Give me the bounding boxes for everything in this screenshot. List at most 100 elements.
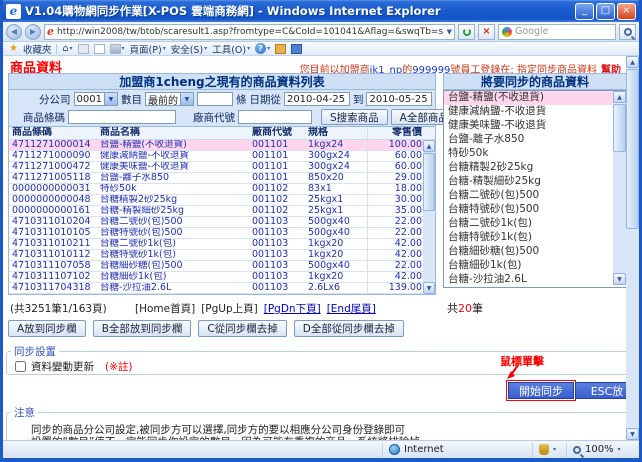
table-row[interactable]: 0000000000161台糖-精製細砂25kg00110225kgx135.0…	[9, 206, 425, 217]
start-sync-button[interactable]: 開始同步	[508, 382, 574, 399]
table-row[interactable]: 4711271005118台鹽-離子水850001101850x2029.00	[9, 173, 425, 184]
product-list-header: 加盟商1cheng之現有的商品資料列表	[8, 73, 436, 90]
count-input[interactable]	[197, 92, 233, 106]
back-button[interactable]: ◀	[6, 24, 22, 40]
list-item[interactable]: 台鹽-精鹽(不收退貨)	[444, 91, 614, 105]
table-row[interactable]: 4711271000472健康美味鹽-不收退貨001101300gx2460.0…	[9, 162, 425, 173]
table-cell: 001101	[249, 162, 305, 172]
table-cell: 001103	[249, 272, 305, 282]
notice-bullet: 同步的商品分公司設定,被同步方可以選擇,同步方的要以相應分公司身份登錄即可	[31, 424, 635, 436]
home-button[interactable]: ⌂▾	[62, 43, 72, 54]
sync-listbox[interactable]: 台鹽-精鹽(不收退貨)健康減納鹽-不收退貨健康美味鹽-不收退貨台鹽-離子水850…	[443, 90, 627, 288]
action-button[interactable]: B全部放到同步欄	[93, 320, 192, 337]
table-cell: 4710311010112	[9, 250, 97, 260]
list-item[interactable]: 台糖-沙拉油2.6L	[444, 273, 614, 287]
list-item[interactable]: 台糖特號砂(包)500	[444, 203, 614, 217]
action-button[interactable]: D全部從同步欄去掉	[294, 320, 404, 337]
date-from-input[interactable]	[284, 92, 350, 106]
list-item[interactable]: 台糖-精製細砂25kg	[444, 175, 614, 189]
printer-icon	[110, 44, 121, 54]
status-message	[3, 443, 383, 457]
page-nav-item[interactable]: [End尾頁]	[327, 303, 376, 315]
read-mail-icon[interactable]	[94, 44, 105, 54]
action-button[interactable]: C從同步欄去掉	[198, 320, 286, 337]
internet-globe-icon	[389, 444, 400, 455]
toolbar-extra-icon[interactable]	[275, 44, 286, 54]
count-select[interactable]: 最前的▼	[145, 92, 194, 106]
list-item[interactable]: 台糖細砂1k(包)	[444, 259, 614, 273]
zoom-control[interactable]: 100% ▾	[567, 443, 639, 457]
forward-button[interactable]: ▶	[25, 24, 41, 40]
search-input[interactable]: Google	[515, 26, 549, 37]
table-cell: 001102	[249, 206, 305, 216]
page-nav-item[interactable]: [Home首頁]	[135, 303, 195, 315]
table-cell: 1kgx24	[305, 140, 367, 150]
list-item[interactable]: 台糖二號砂1k(包)	[444, 217, 614, 231]
search-go-button[interactable]	[619, 24, 636, 40]
zoom-level: 100%	[585, 444, 614, 455]
page-scrollbar[interactable]: ▲ ▼	[626, 56, 639, 440]
table-row[interactable]: 0000000000031特砂50k00110283x118.00	[9, 184, 425, 195]
barcode-input[interactable]	[68, 110, 176, 124]
stop-button[interactable]: ×	[478, 24, 495, 40]
table-row[interactable]: 4711271000090健康減納鹽-不收退貨001101300gx2460.0…	[9, 151, 425, 162]
close-button[interactable]: ×	[617, 3, 636, 20]
table-row[interactable]: 4710311010204台糖二號砂(包)500001103500gx4022.…	[9, 217, 425, 228]
data-update-checkbox[interactable]	[15, 361, 26, 372]
address-dropdown-icon[interactable]: ▼	[447, 28, 452, 36]
menu-tools[interactable]: 工具(O)▾	[212, 42, 250, 56]
favorites-label[interactable]: 收藏夾	[23, 42, 52, 56]
table-row[interactable]: 4710311107058台糖細砂糖(包)500001103500gx4022.…	[9, 261, 425, 272]
help-button[interactable]: ?▾	[255, 43, 270, 54]
list-item[interactable]: 健康美味鹽-不收退貨	[444, 119, 614, 133]
date-to-input[interactable]	[366, 92, 432, 106]
protected-mode[interactable]: ▾	[533, 443, 567, 457]
feeds-icon[interactable]	[78, 44, 89, 54]
table-cell: 22.00	[367, 261, 425, 271]
list-item[interactable]: 台糖二號砂(包)500	[444, 189, 614, 203]
help-icon: ?	[255, 43, 266, 54]
table-row[interactable]: 4710311010105台糖特號砂(包)500001103500gx4022.…	[9, 228, 425, 239]
list-item[interactable]: 健康減納鹽-不收退貨	[444, 105, 614, 119]
favorites-star-icon[interactable]: ★	[9, 43, 18, 54]
table-cell: 300gx24	[305, 151, 367, 161]
branch-label: 分公司	[39, 92, 71, 107]
table-cell: 台糖特號砂1k(包)	[97, 250, 249, 260]
table-cell: 4711271000090	[9, 151, 97, 161]
list-item[interactable]: 台糖特號砂1k(包)	[444, 231, 614, 245]
address-field[interactable]: e http://win2008/tw/btob/scaresult1.asp?…	[44, 24, 455, 40]
table-row[interactable]: 4711271000014台鹽-精鹽(不收退貨)0011011kgx24100.…	[9, 140, 425, 151]
toolbar-extra-icon[interactable]	[291, 44, 302, 54]
list-item[interactable]: 特砂50k	[444, 147, 614, 161]
search-box[interactable]: Google	[498, 24, 616, 40]
filter-box: 分公司 0001▼ 數目 最前的▼ 條 日期從 到 商品條碼 廠商代號 S搜索商…	[8, 90, 436, 127]
status-bar: Internet ▾ 100% ▾	[3, 440, 639, 458]
action-button[interactable]: A放到同步欄	[8, 320, 86, 337]
list-item[interactable]: 台鹽-離子水850	[444, 133, 614, 147]
table-scrollbar[interactable]: ▲ ▼	[423, 140, 435, 294]
table-row[interactable]: 4710311704318台糖-沙拉油2.6L0011032.6Lx6139.0…	[9, 283, 425, 294]
menu-security[interactable]: 安全(S)▾	[171, 42, 207, 56]
table-row[interactable]: 0000000000048台糖精製2砂25kg00110225kgx130.00	[9, 195, 425, 206]
refresh-button[interactable]	[458, 24, 475, 40]
column-header: 規格	[305, 127, 367, 139]
refresh-icon	[463, 28, 471, 36]
url-text[interactable]: http://win2008/tw/btob/scaresult1.asp?fr…	[57, 27, 444, 37]
print-button[interactable]: ▾	[110, 44, 125, 54]
table-cell: 特砂50k	[97, 184, 249, 194]
table-cell: 1kgx20	[305, 239, 367, 249]
table-row[interactable]: 4710311107102台糖細砂1k(包)0011031kgx2042.00	[9, 272, 425, 283]
page-nav-item[interactable]: [PgUp上頁]	[201, 303, 258, 315]
vendor-input[interactable]	[238, 110, 312, 124]
list-item[interactable]: 台糖精製2砂25kg	[444, 161, 614, 175]
table-row[interactable]: 4710311010211台糖二號砂1k(包)0011031kgx2042.00	[9, 239, 425, 250]
search-products-button[interactable]: S搜索商品	[321, 109, 388, 125]
list-item[interactable]: 台糖細砂糖(包)500	[444, 245, 614, 259]
maximize-button[interactable]: □	[596, 3, 615, 20]
table-row[interactable]: 4710311010112台糖特號砂1k(包)0011031kgx2042.00	[9, 250, 425, 261]
listbox-scrollbar[interactable]: ▲ ▼	[613, 91, 626, 285]
page-nav-item[interactable]: [PgDn下頁]	[264, 303, 321, 315]
minimize-button[interactable]: _	[575, 3, 594, 20]
branch-select[interactable]: 0001▼	[74, 92, 118, 106]
menu-page[interactable]: 頁面(P)▾	[130, 42, 166, 56]
